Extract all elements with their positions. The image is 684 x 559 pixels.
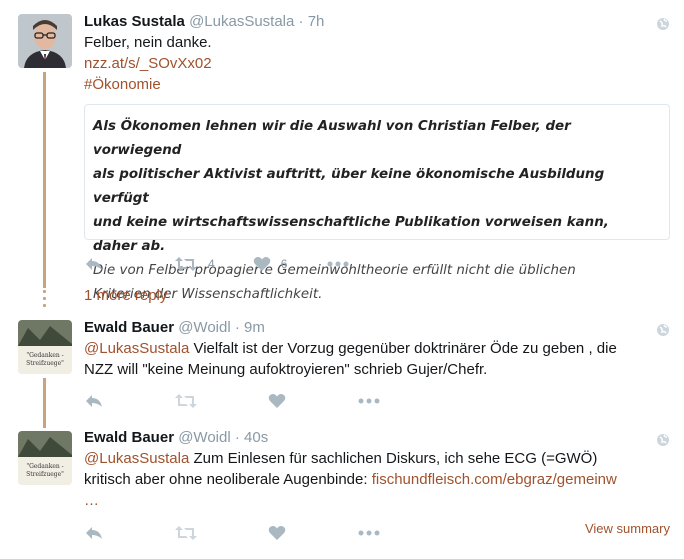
reply-icon [86,527,102,539]
mention-link[interactable]: @LukasSustala [84,450,189,467]
time-separator: · [234,319,240,336]
avatar-caption: "Gedanken - [26,352,63,359]
like-button[interactable] [268,525,286,541]
thread-line [43,378,46,428]
tweet-text-part: Vielfalt ist der Vorzug gegenüber doktri… [189,340,617,357]
more-button[interactable] [327,261,349,267]
display-name[interactable]: Lukas Sustala [84,13,185,30]
reply-icon [86,258,102,270]
retweet-icon [175,526,197,540]
quote-line: Kriterien der Wissenschaftlichkeit. [93,287,323,302]
heart-icon [268,526,286,540]
user-handle[interactable]: @LukasSustala [189,13,294,30]
timestamp[interactable]: 40s [244,429,268,446]
more-reply-link[interactable]: 1 more reply [84,287,167,304]
reply-icon [86,395,102,407]
avatar[interactable] [18,14,72,68]
heart-icon [268,394,286,408]
tweet-actions [84,522,416,544]
retweet-button[interactable] [174,393,198,409]
reply-button[interactable] [84,256,104,272]
more-button[interactable] [358,530,380,536]
retweet-button[interactable]: 4 [174,256,215,272]
avatar-caption: Streifzuege" [26,360,64,367]
more-icon [358,530,380,536]
tweet-header: Lukas Sustala @LukasSustala · 7h [84,12,670,32]
avatar[interactable]: "Gedanken - Streifzuege" [18,320,72,374]
hashtag[interactable]: #Ökonomie [84,74,670,95]
mention-link[interactable]: @LukasSustala [84,340,189,357]
quote-bold-line: und keine wirtschaftswissenschaftliche P… [93,215,609,254]
globe-icon [656,323,670,337]
quoted-image-card[interactable]: Als Ökonomen lehnen wir die Auswahl von … [84,104,670,302]
user-handle[interactable]: @Woidl [178,319,230,336]
thread-dots [43,290,46,311]
globe-icon [656,17,670,31]
retweet-count: 4 [208,257,215,271]
truncation-ellipsis[interactable]: … [84,490,670,511]
tweet-text: @LukasSustala Vielfalt ist der Vorzug ge… [84,338,670,359]
more-icon [327,261,349,267]
like-count: 6 [280,257,288,271]
time-separator: · [298,13,304,30]
quote-bold-line: als politischer Aktivist auftritt, über … [93,167,605,206]
retweet-icon [175,257,197,271]
more-button[interactable] [358,398,380,404]
quote-bold-line: Als Ökonomen lehnen wir die Auswahl von … [93,119,571,158]
avatar-caption: Streifzuege" [26,471,64,478]
retweet-button[interactable] [174,525,198,541]
tweet-header: Ewald Bauer @Woidl · 40s [84,428,670,448]
tweet-link[interactable]: nzz.at/s/_SOvXx02 [84,53,670,74]
timestamp[interactable]: 9m [244,319,265,336]
reply-button[interactable] [84,393,104,409]
tweet-text-line: NZZ will "keine Meinung aufoktroyieren" … [84,361,488,378]
view-summary-link[interactable]: View summary [585,521,670,536]
display-name[interactable]: Ewald Bauer [84,319,174,336]
tweet-link[interactable]: fischundfleisch.com/ebgraz/gemeinw [372,471,617,488]
retweet-icon [175,394,197,408]
tweet-actions [84,390,416,412]
tweet-text: Felber, nein danke. [84,34,212,51]
tweet-text-line: kritisch aber ohne neoliberale Augenbind… [84,469,670,490]
timestamp[interactable]: 7h [308,13,325,30]
globe-icon [656,433,670,447]
heart-icon [253,257,270,271]
tweet-actions: 4 6 [84,253,385,275]
user-handle[interactable]: @Woidl [178,429,230,446]
avatar-caption: "Gedanken - [26,463,63,470]
thread-line [43,72,46,288]
more-icon [358,398,380,404]
time-separator: · [234,429,240,446]
like-button[interactable] [268,393,286,409]
tweet-text-part: kritisch aber ohne neoliberale Augenbind… [84,471,372,488]
avatar[interactable]: "Gedanken - Streifzuege" [18,431,72,485]
reply-button[interactable] [84,525,104,541]
tweet-header: Ewald Bauer @Woidl · 9m [84,318,670,338]
tweet-text: @LukasSustala Zum Einlesen für sachliche… [84,448,670,469]
tweet-text-part: Zum Einlesen für sachlichen Diskurs, ich… [189,450,598,467]
like-button[interactable]: 6 [253,256,288,272]
display-name[interactable]: Ewald Bauer [84,429,174,446]
